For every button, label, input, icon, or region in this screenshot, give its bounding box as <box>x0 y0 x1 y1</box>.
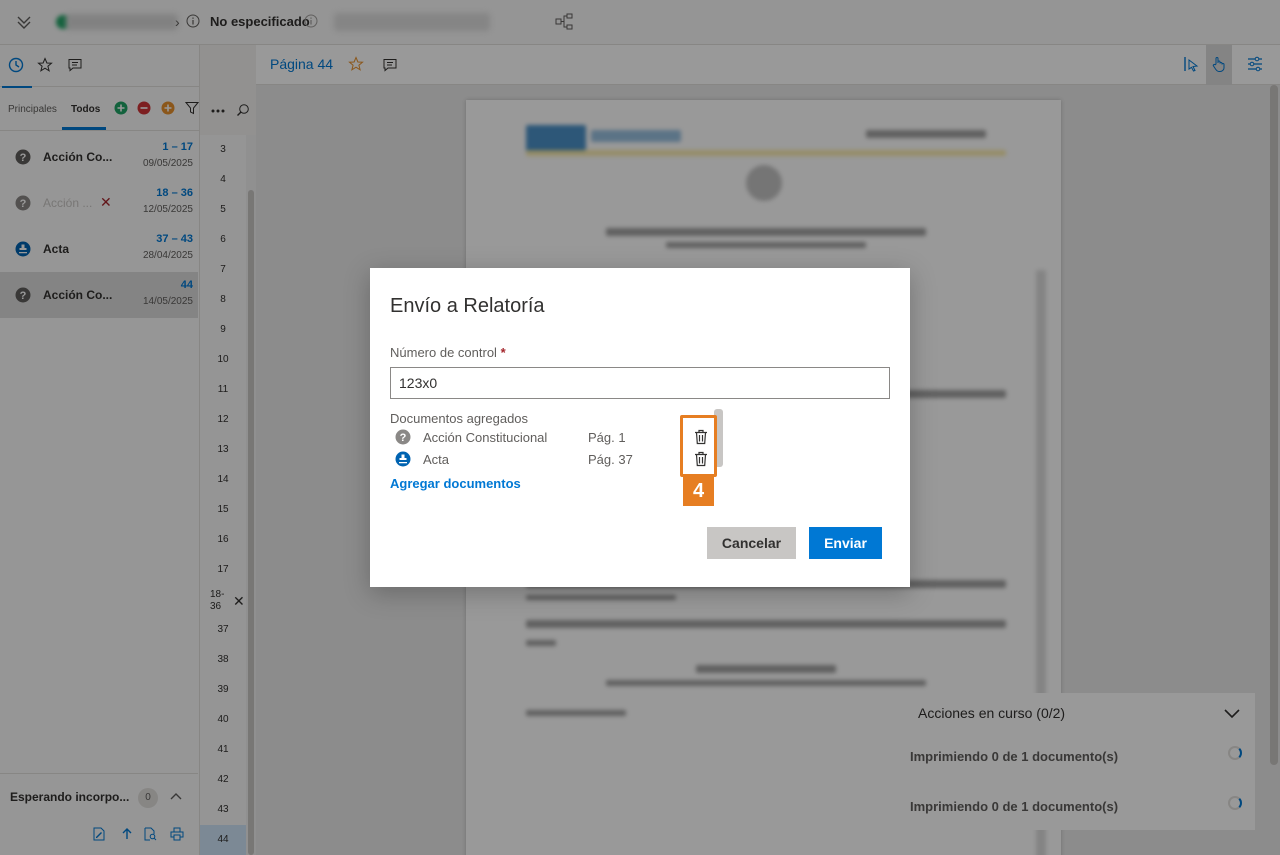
cancel-button[interactable]: Cancelar <box>707 527 796 559</box>
added-documents-label: Documentos agregados <box>390 411 529 426</box>
dialog-title: Envío a Relatoría <box>390 295 545 317</box>
control-number-input[interactable] <box>390 367 890 399</box>
control-number-label: Número de control * <box>390 345 506 360</box>
added-document-name: Acta <box>423 452 450 467</box>
required-mark: * <box>500 345 506 360</box>
svg-text:?: ? <box>400 432 407 444</box>
added-document-page: Pág. 37 <box>588 452 633 467</box>
send-to-relatoria-dialog: Envío a Relatoría Número de control * Do… <box>370 268 910 587</box>
stamp-icon <box>395 451 411 472</box>
send-button[interactable]: Enviar <box>809 527 882 559</box>
control-number-label-text: Número de control <box>390 345 497 360</box>
added-document-page: Pág. 1 <box>588 430 626 445</box>
question-icon: ? <box>395 429 411 450</box>
callout-highlight-box <box>680 415 717 477</box>
callout-number-badge: 4 <box>683 476 714 506</box>
added-document-name: Acción Constitucional <box>423 430 548 445</box>
add-documents-link[interactable]: Agregar documentos <box>390 476 521 491</box>
